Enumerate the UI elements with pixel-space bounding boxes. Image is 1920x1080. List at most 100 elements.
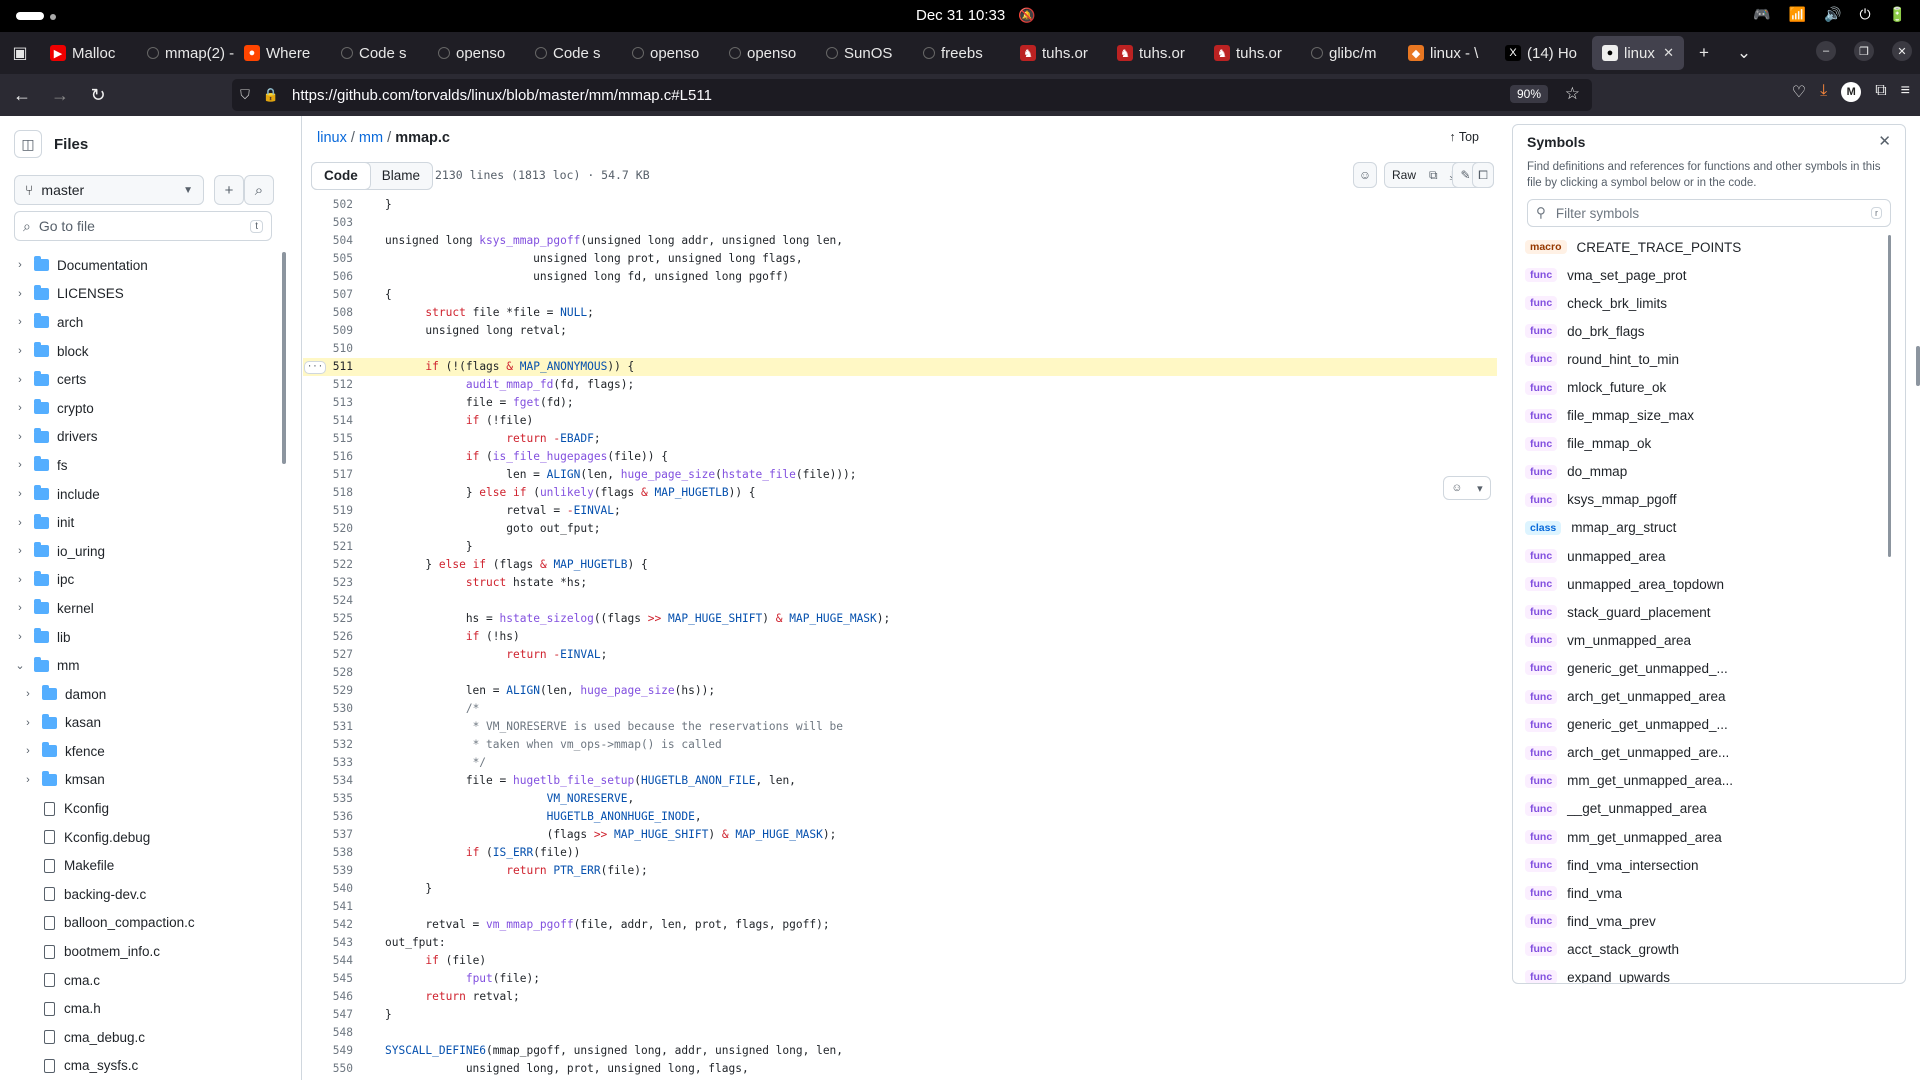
symbol-item[interactable]: func find_vma [1525,879,1885,907]
code-line[interactable]: 530 /* [303,700,1497,718]
code-line[interactable]: 519 retval = -EINVAL; [303,502,1497,520]
symbol-item[interactable]: func vma_set_page_prot [1525,261,1885,289]
line-number[interactable]: 543 [303,934,353,952]
code-line[interactable]: 518 } else if (unlikely(flags & MAP_HUGE… [303,484,1497,502]
line-number[interactable]: 531 [303,718,353,736]
code-text[interactable]: } else if (unlikely(flags & MAP_HUGETLB)… [385,484,756,502]
pocket-icon[interactable]: ♡ [1792,82,1806,102]
code-line[interactable]: 528 [303,664,1497,682]
code-line[interactable]: 549 SYSCALL_DEFINE6(mmap_pgoff, unsigned … [303,1042,1497,1060]
code-line[interactable]: 548 [303,1024,1497,1042]
tree-file[interactable]: balloon_compaction.c [0,909,285,938]
tree-file[interactable]: cma_debug.c [0,1023,285,1052]
line-number[interactable]: 540 [303,880,353,898]
symbol-item[interactable]: macro CREATE_TRACE_POINTS [1525,233,1885,261]
browser-tab[interactable]: openso [622,36,719,70]
line-number[interactable]: 522 [303,556,353,574]
extensions-icon[interactable]: ⧉ [1875,82,1886,102]
symbol-item[interactable]: func round_hint_to_min [1525,345,1885,373]
chevron-right-icon[interactable]: › [22,774,34,786]
code-text[interactable]: unsigned long, prot, unsigned long, flag… [385,1060,749,1078]
shield-icon[interactable]: ⛉ [232,87,258,103]
copy-icon[interactable]: ⧉ [1423,168,1444,183]
chevron-right-icon[interactable]: › [14,459,26,471]
line-copilot-menu[interactable]: ☺ ▾ [1443,476,1491,500]
code-line[interactable]: 524 [303,592,1497,610]
tree-file[interactable]: backing-dev.c [0,880,285,909]
symbol-item[interactable]: func acct_stack_growth [1525,935,1885,963]
line-number[interactable]: 530 [303,700,353,718]
code-text[interactable]: * VM_NORESERVE is used because the reser… [385,718,843,736]
line-number[interactable]: 519 [303,502,353,520]
tree-file[interactable]: cma.h [0,994,285,1023]
symbol-item[interactable]: func stack_guard_placement [1525,598,1885,626]
code-line[interactable]: 544 if (file) [303,952,1497,970]
code-text[interactable]: unsigned long ksys_mmap_pgoff(unsigned l… [385,232,843,250]
line-number[interactable]: 512 [303,376,353,394]
menu-icon[interactable]: ≡ [1901,82,1910,102]
lock-icon[interactable]: 🔒 [258,87,284,103]
line-number[interactable]: 532 [303,736,353,754]
chevron-right-icon[interactable]: › [14,488,26,500]
line-number[interactable]: 521 [303,538,353,556]
code-line[interactable]: 550 unsigned long, prot, unsigned long, … [303,1060,1497,1078]
wifi-icon[interactable]: 📶 [1789,6,1806,23]
tab-blame[interactable]: Blame [370,163,432,189]
tree-folder[interactable]: › fs [0,451,285,480]
code-text[interactable]: unsigned long prot, unsigned long flags, [385,250,802,268]
chevron-right-icon[interactable]: › [22,688,34,700]
chevron-right-icon[interactable]: › [14,345,26,357]
code-line[interactable]: 507 { [303,286,1497,304]
raw-button[interactable]: Raw [1385,168,1423,182]
tree-file[interactable]: cma.c [0,966,285,995]
breadcrumb-repo[interactable]: linux [317,130,347,146]
browser-tab[interactable]: freebs [913,36,1010,70]
minimize-icon[interactable]: – [1816,41,1836,61]
browser-tab[interactable]: Code s [525,36,622,70]
code-line[interactable]: 511 if (!(flags & MAP_ANONYMOUS)) {··· [303,358,1497,376]
code-text[interactable]: out_fput: [385,934,446,952]
code-text[interactable]: return -EBADF; [385,430,600,448]
tree-folder[interactable]: › lib [0,623,285,652]
line-number[interactable]: 527 [303,646,353,664]
tree-folder[interactable]: › kernel [0,594,285,623]
tree-file[interactable]: Kconfig [0,794,285,823]
code-line[interactable]: 529 len = ALIGN(len, huge_page_size(hs))… [303,682,1497,700]
downloads-icon[interactable]: ⤓ [1820,82,1827,102]
chevron-down-icon[interactable]: ▾ [1477,482,1483,495]
chevron-right-icon[interactable]: › [22,717,34,729]
symbol-item[interactable]: func ksys_mmap_pgoff [1525,486,1885,514]
symbol-item[interactable]: func file_mmap_size_max [1525,402,1885,430]
line-number[interactable]: 516 [303,448,353,466]
chevron-right-icon[interactable]: › [22,745,34,757]
code-line[interactable]: 520 goto out_fput; [303,520,1497,538]
system-tray[interactable]: 🎮 📶 🔊 ⏻ 🔋 [1753,6,1906,23]
line-number[interactable]: 526 [303,628,353,646]
breadcrumb-dir[interactable]: mm [359,130,383,146]
back-icon[interactable]: ← [6,85,38,106]
code-text[interactable]: */ [385,754,486,772]
tree-folder[interactable]: › include [0,480,285,509]
close-window-icon[interactable]: ✕ [1892,41,1912,61]
code-text[interactable]: VM_NORESERVE, [385,790,635,808]
chevron-down-icon[interactable]: ⌄ [14,659,26,672]
code-line[interactable]: 547} [303,1006,1497,1024]
symbol-item[interactable]: func expand_upwards [1525,963,1885,983]
code-line[interactable]: 521 } [303,538,1497,556]
zoom-level[interactable]: 90% [1509,85,1548,103]
code-line[interactable]: 506 unsigned long fd, unsigned long pgof… [303,268,1497,286]
code-text[interactable]: file = fget(fd); [385,394,574,412]
discord-icon[interactable]: 🎮 [1753,6,1770,23]
code-text[interactable]: struct file *file = NULL; [385,304,593,322]
code-line[interactable]: 534 file = hugetlb_file_setup(HUGETLB_AN… [303,772,1497,790]
symbol-item[interactable]: func generic_get_unmapped_... [1525,654,1885,682]
code-text[interactable]: } [385,196,392,214]
code-line[interactable]: 523 struct hstate *hs; [303,574,1497,592]
bookmark-star-icon[interactable]: ☆ [1565,84,1580,104]
code-text[interactable]: goto out_fput; [385,520,600,538]
code-text[interactable]: len = ALIGN(len, huge_page_size(hstate_f… [385,466,856,484]
code-text[interactable]: if (IS_ERR(file)) [385,844,581,862]
chevron-right-icon[interactable]: › [14,517,26,529]
browser-tab[interactable]: ▶ Malloc [40,36,137,70]
code-text[interactable]: } [385,880,432,898]
